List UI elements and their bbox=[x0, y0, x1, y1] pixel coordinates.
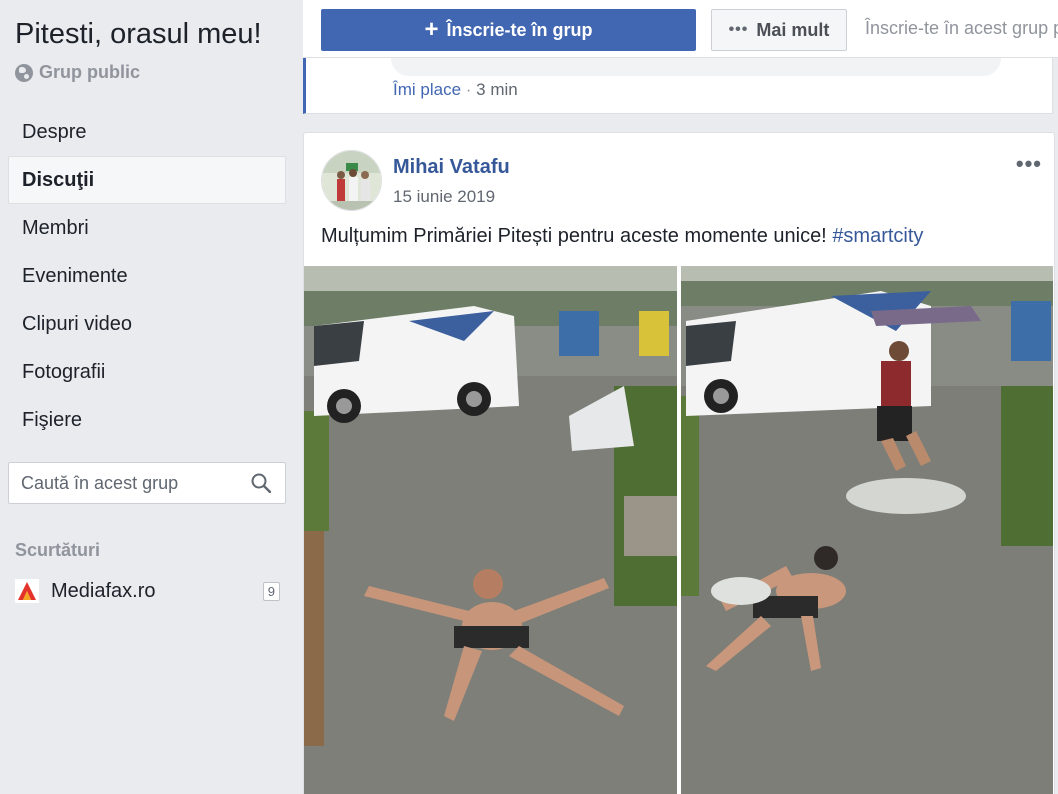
more-button[interactable]: ••• Mai mult bbox=[711, 9, 847, 51]
group-search-input[interactable] bbox=[9, 463, 239, 503]
comment-meta: Îmi place · 3 min bbox=[393, 80, 518, 100]
post-photo-2[interactable] bbox=[681, 266, 1053, 794]
join-group-button[interactable]: + Înscrie-te în grup bbox=[321, 9, 696, 51]
nav-item-discutii[interactable]: Discuţii bbox=[8, 156, 286, 204]
post-author[interactable]: Mihai Vatafu bbox=[393, 156, 510, 179]
search-icon[interactable] bbox=[251, 473, 271, 493]
previous-post-footer: Îmi place · 3 min bbox=[303, 58, 1053, 114]
group-privacy: Grup public bbox=[15, 62, 140, 83]
post-photo-1[interactable] bbox=[304, 266, 677, 794]
post-card: Mihai Vatafu 15 iunie 2019 ••• Mulțumim … bbox=[303, 132, 1055, 794]
globe-icon bbox=[15, 63, 33, 82]
shortcuts-title: Scurtături bbox=[15, 540, 101, 560]
join-group-label: Înscrie-te în grup bbox=[446, 19, 593, 40]
main-content: + Înscrie-te în grup ••• Mai mult Înscri… bbox=[303, 0, 1058, 794]
shortcut-count-badge: 9 bbox=[262, 581, 280, 601]
more-label: Mai mult bbox=[756, 19, 830, 40]
shortcut-label: Mediafax.ro bbox=[51, 579, 156, 602]
nav-item-clipuri-video[interactable]: Clipuri video bbox=[8, 300, 286, 348]
group-action-bar: + Înscrie-te în grup ••• Mai mult Înscri… bbox=[303, 0, 1058, 58]
separator: · bbox=[465, 80, 472, 99]
join-hint: Înscrie-te în acest grup p bbox=[865, 18, 1058, 38]
hashtag-link[interactable]: #smartcity bbox=[832, 225, 923, 247]
plus-icon: + bbox=[424, 16, 439, 43]
post-options-icon[interactable]: ••• bbox=[1016, 151, 1042, 177]
group-search bbox=[8, 462, 286, 504]
post-date[interactable]: 15 iunie 2019 bbox=[393, 187, 495, 207]
nav-item-despre[interactable]: Despre bbox=[8, 108, 286, 156]
group-title[interactable]: Pitesti, orasul meu! bbox=[15, 18, 262, 51]
avatar[interactable] bbox=[321, 150, 382, 211]
comment-bubble bbox=[391, 58, 1001, 76]
nav-item-evenimente[interactable]: Evenimente bbox=[8, 252, 286, 300]
sidebar: Pitesti, orasul meu! Grup public Despre … bbox=[0, 0, 303, 794]
nav-item-membri[interactable]: Membri bbox=[8, 204, 286, 252]
group-nav: Despre Discuţii Membri Evenimente Clipur… bbox=[8, 108, 286, 444]
post-message: Mulțumim Primăriei Pitești pentru aceste… bbox=[321, 225, 827, 247]
nav-item-fisiere[interactable]: Fişiere bbox=[8, 396, 286, 444]
shortcut-mediafax[interactable]: Mediafax.ro 9 bbox=[15, 576, 280, 606]
post-text: Mulțumim Primăriei Pitești pentru aceste… bbox=[321, 225, 923, 248]
group-privacy-label: Grup public bbox=[39, 62, 140, 82]
nav-item-fotografii[interactable]: Fotografii bbox=[8, 348, 286, 396]
mediafax-icon bbox=[15, 579, 39, 603]
comment-time[interactable]: 3 min bbox=[476, 80, 518, 99]
more-dots-icon: ••• bbox=[728, 21, 749, 38]
like-link[interactable]: Îmi place bbox=[393, 80, 461, 99]
